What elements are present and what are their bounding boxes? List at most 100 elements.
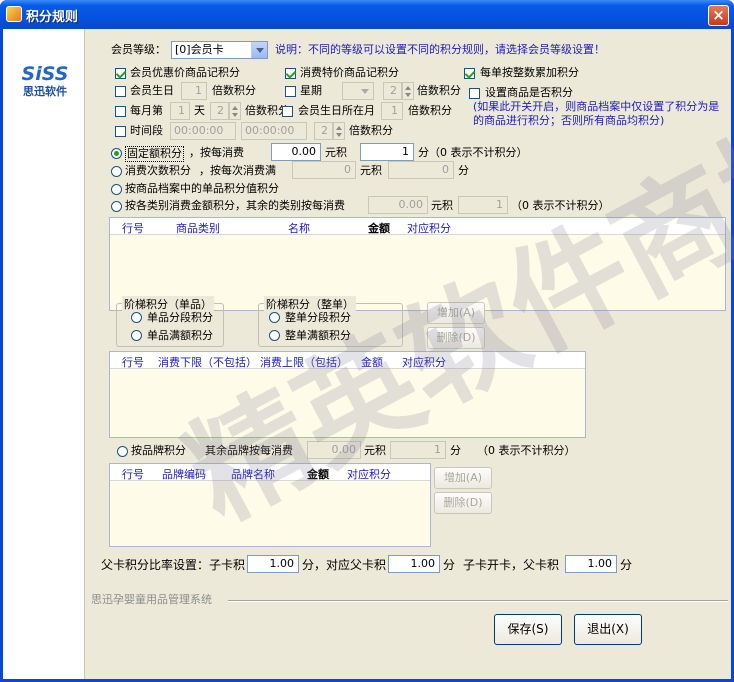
col-category: 商品类别 [176,222,220,235]
category-rule-radio[interactable] [111,201,122,212]
period-mult-label: 倍数积分 [349,124,393,137]
fixed-rule-radio[interactable] [111,148,122,159]
round-per-order-label: 每单按整数累加积分 [480,66,579,79]
fixed-unit-label: 元积 [325,146,347,159]
birth-month-field[interactable]: 1 [381,102,403,120]
member-level-label: 会员等级： [111,43,166,56]
period-checkbox[interactable] [115,126,126,137]
logo-brand: SiSS [21,63,69,85]
tier-points-table[interactable]: 行号 消费下限（不包括） 消费上限（包括） 金额 对应积分 [109,351,586,438]
monthly-mult-field[interactable]: 2 [210,102,229,120]
week-select[interactable] [342,82,374,100]
fixed-note: 分（0 表示不计积分） [418,146,528,159]
monthly-checkbox[interactable] [115,106,126,117]
brand-rule-text: 其余品牌按每消费 [205,444,293,457]
fixed-points-field[interactable]: 1 [360,143,414,161]
table-header: 行号 商品类别 名称 金额 对应积分 [110,218,725,235]
birthday-mult-label: 倍数积分 [212,84,256,97]
close-button[interactable]: × [708,5,729,26]
brand-points-field[interactable]: 1 [390,441,446,459]
birth-month-label: 会员生日所在月 [298,104,375,117]
member-level-select[interactable]: [0]会员卡 [171,41,268,59]
period-label: 时间段 [130,124,163,137]
goods-value-rule-label: 按商品档案中的单品积分值积分 [125,182,279,195]
table-header: 行号 品牌编码 品牌名称 金额 对应积分 [110,464,430,481]
tier-order-full-label: 整单满额积分 [285,329,351,342]
col-points: 对应积分 [407,222,451,235]
brand-note: （0 表示不计积分） [477,444,576,457]
chevron-down-icon[interactable] [251,42,267,58]
parent-card-points-field[interactable]: 1.00 [388,555,440,573]
col-row-no: 行号 [122,356,144,369]
tier-order-segment-radio[interactable] [269,312,280,323]
child-card-points-field[interactable]: 1.00 [247,555,299,573]
brand-rule-radio[interactable] [117,446,128,457]
category-amount-field[interactable]: 0.00 [368,196,428,214]
brand-add-button[interactable]: 增加(A) [434,467,492,489]
week-mult-field[interactable]: 2 [383,82,402,100]
brand-amount-field[interactable]: 0.00 [307,441,361,459]
system-name: 思迅孕婴童用品管理系统 [91,593,212,606]
birthday-days-field[interactable]: 1 [181,82,207,100]
tier-single-segment-radio[interactable] [131,312,142,323]
brand-points-table[interactable]: 行号 品牌编码 品牌名称 金额 对应积分 [109,463,431,547]
birth-month-checkbox[interactable] [282,106,293,117]
brand-unit-label: 元积 [364,444,386,457]
goods-point-note: (如果此开关开启，则商品档案中仅设置了积分为是的商品进行积分；否则所有商品均积分… [473,100,720,127]
special-goods-checkbox[interactable] [285,68,296,79]
week-checkbox[interactable] [285,86,296,97]
monthly-day-field[interactable]: 1 [170,102,190,120]
count-unit-label: 元积 [360,164,382,177]
period-mult-spinner[interactable] [333,122,345,140]
exit-button[interactable]: 退出(X) [574,614,642,645]
tier-order-full-radio[interactable] [269,330,280,341]
special-goods-label: 消费特价商品记积分 [300,66,399,79]
col-amount: 金额 [368,222,390,235]
category-note: （0 表示不计积分） [511,199,610,212]
open-card-points-field[interactable]: 1.00 [565,555,617,573]
goods-value-rule-radio[interactable] [111,184,122,195]
col-lower-bound: 消费下限（不包括） [158,356,257,369]
count-points-field[interactable]: 0 [388,161,454,179]
count-amount-field[interactable]: 0 [292,161,356,179]
birthday-checkbox[interactable] [115,86,126,97]
chevron-down-icon[interactable] [357,83,373,99]
col-points: 对应积分 [402,356,446,369]
category-unit-label: 元积 [431,199,453,212]
save-button[interactable]: 保存(S) [494,614,562,645]
goods-point-checkbox[interactable] [469,88,480,99]
period-start-field[interactable]: 00:00:00 [170,122,236,140]
app-icon [6,6,22,22]
sidebar: SiSS 思迅软件 [3,29,85,679]
tier-single-full-label: 单品满额积分 [147,329,213,342]
brand-delete-button[interactable]: 删除(D) [434,492,492,514]
week-label: 星期 [300,84,322,97]
fixed-amount-field[interactable]: 0.00 [271,143,321,161]
category-rule-label: 按各类别消费金额积分，其余的类别按每消费 [125,199,345,212]
brand-rule-label: 按品牌积分 [131,444,186,457]
parent-card-text2: 分 [443,558,456,572]
category-points-field[interactable]: 1 [458,196,508,214]
count-rule-text: ，按每次消费满 [199,164,276,177]
round-per-order-checkbox[interactable] [464,68,475,79]
period-mult-field[interactable]: 2 [314,122,333,140]
week-mult-spinner[interactable] [402,82,414,100]
tier-add-button[interactable]: 增加(A) [427,302,485,324]
title-bar: 积分规则 × [0,0,734,29]
birth-month-mult-label: 倍数积分 [408,104,452,117]
tier-single-title: 阶梯积分（单品） [122,296,214,312]
count-rule-radio[interactable] [111,166,122,177]
discount-goods-label: 会员优惠价商品记积分 [130,66,240,79]
period-end-field[interactable]: 00:00:00 [241,122,307,140]
col-name: 名称 [288,222,310,235]
col-brand-name: 品牌名称 [231,468,275,481]
col-row-no: 行号 [122,222,144,235]
tier-single-full-radio[interactable] [131,330,142,341]
tier-order-group: 阶梯积分（整单） 整单分段积分 整单满额积分 [258,296,403,347]
monthly-mult-spinner[interactable] [229,102,241,120]
logo: SiSS 思迅软件 [13,63,77,99]
discount-goods-checkbox[interactable] [115,68,126,79]
col-row-no: 行号 [122,468,144,481]
parent-card-text3: 子卡开卡，父卡积 [463,558,560,572]
tier-delete-button[interactable]: 删除(D) [427,327,485,349]
